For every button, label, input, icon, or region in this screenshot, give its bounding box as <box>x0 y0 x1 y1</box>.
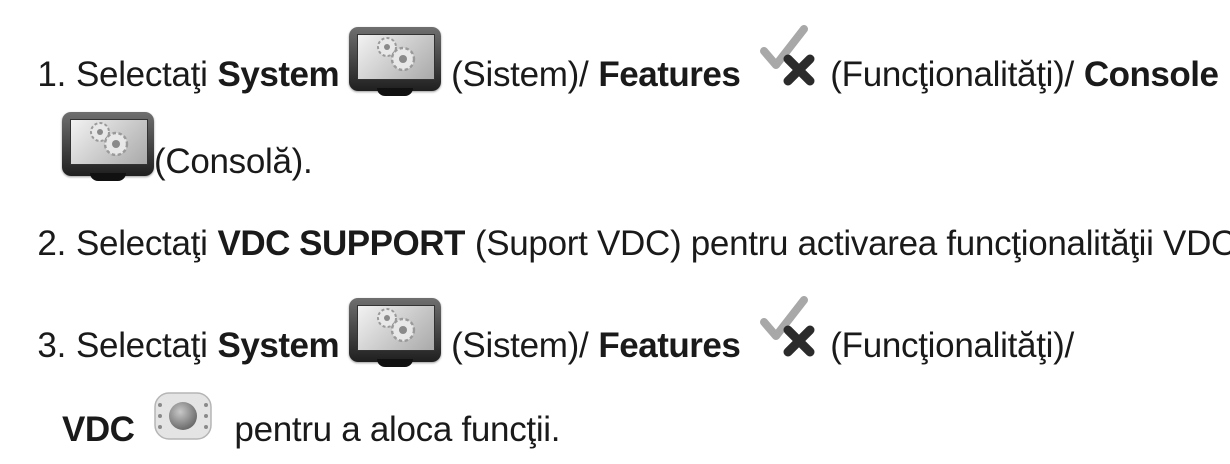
check-cross-icon <box>758 25 820 89</box>
select-word: Selectaţi <box>76 55 208 94</box>
step-number: 3. <box>37 326 66 365</box>
features-label: Features <box>598 55 741 94</box>
step-3: 3. Selectaţi System (Sistem)/ Features (… <box>0 324 1074 368</box>
step-2: 2. Selectaţi VDC SUPPORT (Suport VDC) pe… <box>0 222 1230 266</box>
step-number: 2. <box>37 224 66 263</box>
features-translation: (Funcţionalităţi)/ <box>830 55 1074 94</box>
vdc-label: VDC <box>62 410 135 449</box>
step-1-continuation: (Consolă). <box>0 112 313 184</box>
check-cross-icon <box>758 296 820 360</box>
console-label: Console <box>1083 55 1219 94</box>
features-translation: (Funcţionalităţi)/ <box>830 326 1074 365</box>
console-translation: (Consolă). <box>154 142 313 181</box>
console-settings-icon <box>349 298 442 367</box>
system-translation: (Sistem)/ <box>451 326 589 365</box>
console-settings-icon <box>349 27 442 96</box>
step-number: 1. <box>37 55 66 94</box>
step-3-continuation: VDC pentru a aloca funcţii. <box>0 392 561 452</box>
system-label: System <box>217 326 340 365</box>
step-3-text: pentru a aloca funcţii. <box>234 410 561 449</box>
vdc-support-label: VDC SUPPORT <box>217 224 466 263</box>
console-settings-icon <box>62 112 154 181</box>
select-word: Selectaţi <box>76 224 208 263</box>
select-word: Selectaţi <box>76 326 208 365</box>
step-1: 1. Selectaţi System (Sistem)/ Features (… <box>0 53 1219 97</box>
system-label: System <box>217 55 340 94</box>
system-translation: (Sistem)/ <box>451 55 589 94</box>
features-label: Features <box>598 326 741 365</box>
instructions-page: 1. Selectaţi System (Sistem)/ Features (… <box>0 0 1230 464</box>
vdc-dial-icon <box>152 387 214 445</box>
step-2-text: (Suport VDC) pentru activarea funcţional… <box>474 224 1230 263</box>
